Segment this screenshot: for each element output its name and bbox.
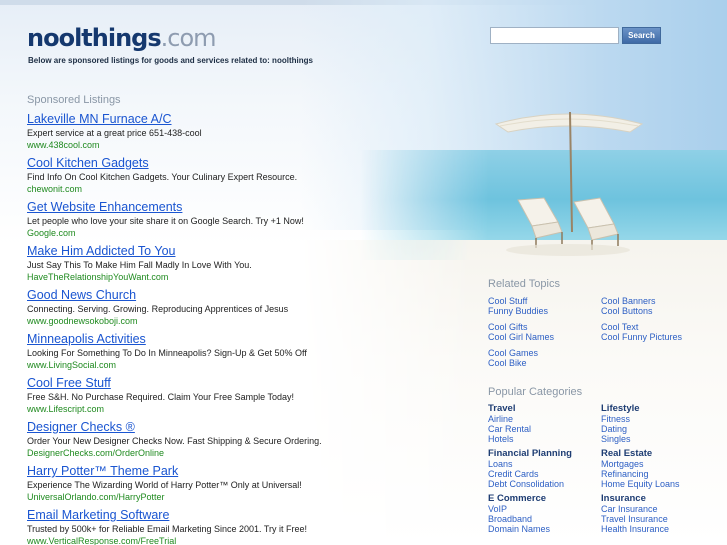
listing-description: Connecting. Serving. Growing. Reproducin… bbox=[27, 304, 289, 314]
category-link[interactable]: Travel Insurance bbox=[601, 514, 713, 524]
listing-url-link[interactable]: www.Lifescript.com bbox=[27, 403, 357, 415]
category-link[interactable]: Car Rental bbox=[488, 424, 600, 434]
category-link[interactable]: Loans bbox=[488, 459, 600, 469]
listing-title-link[interactable]: Good News Church bbox=[27, 288, 357, 303]
category-link[interactable]: VoIP bbox=[488, 504, 600, 514]
search-button[interactable]: Search bbox=[622, 27, 661, 44]
listing-title-link[interactable]: Designer Checks ® bbox=[27, 420, 357, 435]
category-link[interactable]: Refinancing bbox=[601, 469, 713, 479]
category-title-link[interactable]: Insurance bbox=[601, 493, 713, 504]
related-topic-link[interactable]: Cool Gifts bbox=[488, 322, 554, 332]
category-link[interactable]: Car Insurance bbox=[601, 504, 713, 514]
listing-item: Lakeville MN Furnace A/C Expert service … bbox=[27, 112, 357, 156]
related-topic-link[interactable]: Cool Funny Pictures bbox=[601, 332, 682, 342]
category-group: E Commerce VoIP Broadband Domain Names bbox=[488, 493, 600, 534]
listing-url-link[interactable]: chewonit.com bbox=[27, 183, 357, 195]
category-title-link[interactable]: Travel bbox=[488, 403, 600, 414]
listing-title-link[interactable]: Email Marketing Software bbox=[27, 508, 357, 523]
listing-url-link[interactable]: HaveTheRelationshipYouWant.com bbox=[27, 271, 357, 283]
related-topic-link[interactable]: Cool Banners bbox=[601, 296, 682, 306]
category-group: Insurance Car Insurance Travel Insurance… bbox=[601, 493, 713, 534]
category-link[interactable]: Mortgages bbox=[601, 459, 713, 469]
category-link[interactable]: Home Equity Loans bbox=[601, 479, 713, 489]
listing-item: Get Website Enhancements Let people who … bbox=[27, 200, 357, 244]
category-group: Travel Airline Car Rental Hotels bbox=[488, 403, 600, 444]
listing-title-link[interactable]: Lakeville MN Furnace A/C bbox=[27, 112, 357, 127]
related-topic-link[interactable]: Cool Stuff bbox=[488, 296, 554, 306]
category-link[interactable]: Health Insurance bbox=[601, 524, 713, 534]
listing-item: Cool Kitchen Gadgets Find Info On Cool K… bbox=[27, 156, 357, 200]
listing-title-link[interactable]: Get Website Enhancements bbox=[27, 200, 357, 215]
category-title-link[interactable]: Real Estate bbox=[601, 448, 713, 459]
listing-url-link[interactable]: www.LivingSocial.com bbox=[27, 359, 357, 371]
related-topic-link[interactable]: Cool Text bbox=[601, 322, 682, 332]
sponsored-listings-heading: Sponsored Listings bbox=[27, 94, 121, 106]
related-topics-column-a: Cool Stuff Funny Buddies Cool Gifts Cool… bbox=[488, 296, 554, 368]
category-link[interactable]: Airline bbox=[488, 414, 600, 424]
listing-item: Good News Church Connecting. Serving. Gr… bbox=[27, 288, 357, 332]
logo-name: noolthings bbox=[27, 24, 162, 52]
listing-item: Harry Potter™ Theme Park Experience The … bbox=[27, 464, 357, 508]
category-title-link[interactable]: E Commerce bbox=[488, 493, 600, 504]
related-topic-link[interactable]: Funny Buddies bbox=[488, 306, 554, 316]
listing-item: Designer Checks ® Order Your New Designe… bbox=[27, 420, 357, 464]
listing-url-link[interactable]: www.438cool.com bbox=[27, 139, 357, 151]
listing-description: Free S&H. No Purchase Required. Claim Yo… bbox=[27, 392, 294, 402]
search-input[interactable] bbox=[490, 27, 619, 44]
related-topics-column-b: Cool Banners Cool Buttons Cool Text Cool… bbox=[601, 296, 682, 342]
listing-item: Email Marketing Software Trusted by 500k… bbox=[27, 508, 357, 545]
category-link[interactable]: Singles bbox=[601, 434, 713, 444]
listing-title-link[interactable]: Minneapolis Activities bbox=[27, 332, 357, 347]
page: noolthings.com Below are sponsored listi… bbox=[0, 0, 727, 545]
site-logo[interactable]: noolthings.com bbox=[27, 24, 217, 52]
listing-title-link[interactable]: Harry Potter™ Theme Park bbox=[27, 464, 357, 479]
listing-description: Order Your New Designer Checks Now. Fast… bbox=[27, 436, 322, 446]
listing-description: Expert service at a great price 651-438-… bbox=[27, 128, 202, 138]
page-tagline: Below are sponsored listings for goods a… bbox=[28, 56, 313, 65]
category-link[interactable]: Debt Consolidation bbox=[488, 479, 600, 489]
popular-categories-heading: Popular Categories bbox=[488, 386, 583, 398]
listing-description: Let people who love your site share it o… bbox=[27, 216, 304, 226]
listing-item: Make Him Addicted To You Just Say This T… bbox=[27, 244, 357, 288]
category-link[interactable]: Dating bbox=[601, 424, 713, 434]
related-topic-link[interactable]: Cool Bike bbox=[488, 358, 554, 368]
listing-description: Looking For Something To Do In Minneapol… bbox=[27, 348, 307, 358]
category-group: Financial Planning Loans Credit Cards De… bbox=[488, 448, 600, 489]
listing-url-link[interactable]: www.goodnewsokoboji.com bbox=[27, 315, 357, 327]
listing-description: Trusted by 500k+ for Reliable Email Mark… bbox=[27, 524, 308, 534]
category-group: Lifestyle Fitness Dating Singles bbox=[601, 403, 713, 444]
listing-title-link[interactable]: Cool Kitchen Gadgets bbox=[27, 156, 357, 171]
category-link[interactable]: Fitness bbox=[601, 414, 713, 424]
related-topic-link[interactable]: Cool Girl Names bbox=[488, 332, 554, 342]
category-title-link[interactable]: Financial Planning bbox=[488, 448, 600, 459]
related-topics-heading: Related Topics bbox=[488, 278, 560, 290]
logo-tld: .com bbox=[160, 24, 217, 52]
listing-description: Experience The Wizarding World of Harry … bbox=[27, 480, 302, 490]
category-group: Real Estate Mortgages Refinancing Home E… bbox=[601, 448, 713, 489]
listing-title-link[interactable]: Make Him Addicted To You bbox=[27, 244, 357, 259]
related-topic-link[interactable]: Cool Buttons bbox=[601, 306, 682, 316]
listing-url-link[interactable]: Google.com bbox=[27, 227, 357, 239]
category-link[interactable]: Hotels bbox=[488, 434, 600, 444]
sponsored-listings: Lakeville MN Furnace A/C Expert service … bbox=[27, 112, 357, 545]
category-link[interactable]: Domain Names bbox=[488, 524, 600, 534]
listing-item: Minneapolis Activities Looking For Somet… bbox=[27, 332, 357, 376]
listing-description: Just Say This To Make Him Fall Madly In … bbox=[27, 260, 252, 270]
listing-url-link[interactable]: UniversalOrlando.com/HarryPotter bbox=[27, 491, 357, 503]
category-link[interactable]: Broadband bbox=[488, 514, 600, 524]
listing-url-link[interactable]: DesignerChecks.com/OrderOnline bbox=[27, 447, 357, 459]
listing-url-link[interactable]: www.VerticalResponse.com/FreeTrial bbox=[27, 535, 357, 545]
category-title-link[interactable]: Lifestyle bbox=[601, 403, 713, 414]
related-topic-link[interactable]: Cool Games bbox=[488, 348, 554, 358]
category-link[interactable]: Credit Cards bbox=[488, 469, 600, 479]
listing-title-link[interactable]: Cool Free Stuff bbox=[27, 376, 357, 391]
listing-description: Find Info On Cool Kitchen Gadgets. Your … bbox=[27, 172, 298, 182]
listing-item: Cool Free Stuff Free S&H. No Purchase Re… bbox=[27, 376, 357, 420]
